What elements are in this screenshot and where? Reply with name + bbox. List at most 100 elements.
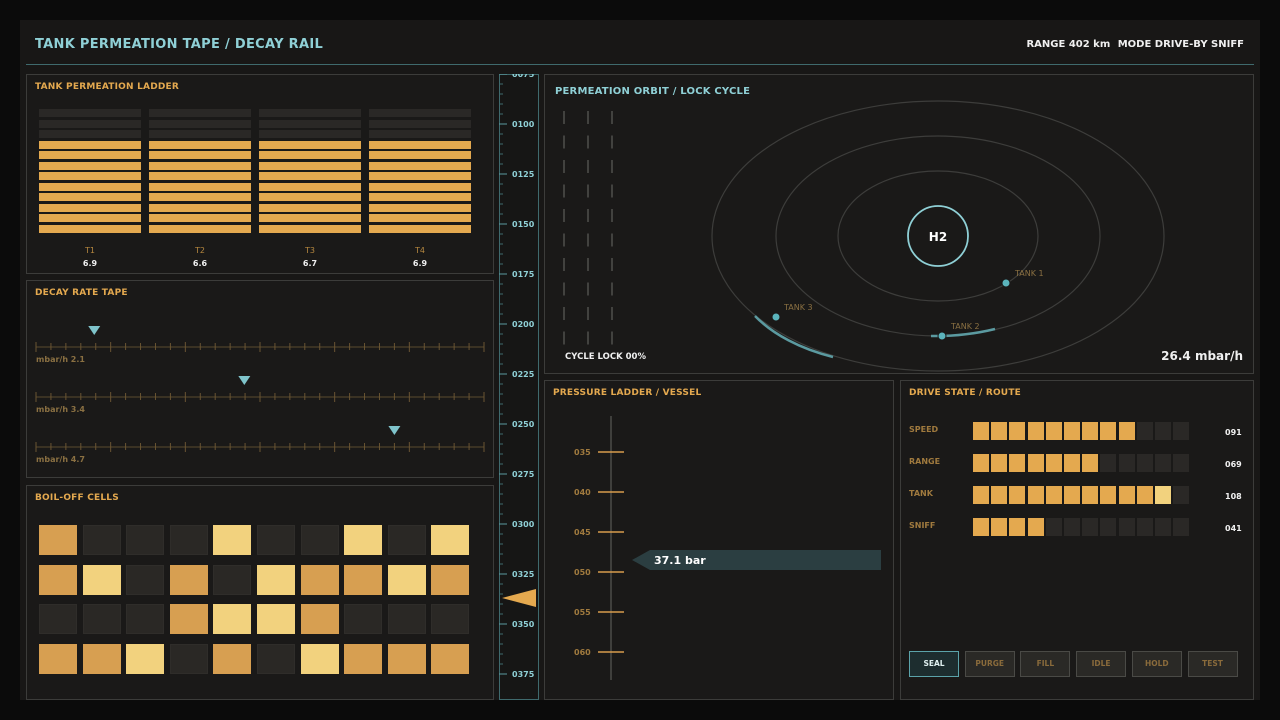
tank3-marker[interactable] <box>771 312 781 322</box>
rail-tick-label: 0200 <box>512 320 535 329</box>
boil-off-cell[interactable] <box>431 564 470 595</box>
decay-rail[interactable]: 0075 0100 0125 0150 0175 0200 0225 0250 0275 0300… <box>499 74 539 700</box>
panel-title: BOIL-OFF CELLS <box>35 493 119 503</box>
boil-off-cell[interactable] <box>387 525 426 555</box>
header-bar: TANK PERMEATION TAPE / DECAY RAIL RANGE … <box>26 20 1254 65</box>
rail-tick-label: 0300 <box>512 520 535 529</box>
tank-label: T3 <box>305 246 315 255</box>
rail-pointer-icon[interactable] <box>502 589 536 607</box>
pressure-tick-label: 050 <box>574 568 591 577</box>
drive-segment <box>1155 518 1171 536</box>
boil-off-cell[interactable] <box>387 643 426 674</box>
fill-button[interactable]: FILL <box>1020 651 1071 677</box>
boil-off-cell[interactable] <box>126 643 165 674</box>
boil-off-cell[interactable] <box>344 564 383 595</box>
decay-marker-icon[interactable] <box>88 326 101 335</box>
boil-off-cell[interactable] <box>257 643 295 674</box>
boil-off-cell[interactable] <box>39 604 77 634</box>
tank-value: 6.6 <box>192 259 208 268</box>
drive-segment <box>1100 518 1117 536</box>
ladder-bar <box>369 172 471 180</box>
purge-button[interactable]: PURGE <box>964 651 1015 677</box>
drive-segment <box>1136 518 1153 536</box>
boil-off-cell[interactable] <box>300 564 339 595</box>
drive-segment <box>1082 422 1099 440</box>
rail-tick-label: 0175 <box>512 270 535 279</box>
boil-off-cell[interactable] <box>257 564 295 595</box>
drive-segment <box>973 486 989 504</box>
boil-off-cell[interactable] <box>39 525 77 555</box>
pressure-tick-label: 060 <box>574 648 591 657</box>
idle-button[interactable]: IDLE <box>1076 651 1127 677</box>
ladder-bar <box>259 109 361 117</box>
boil-off-cell[interactable] <box>300 643 339 674</box>
ladder-bar <box>369 214 471 222</box>
tank2-marker[interactable] <box>937 331 947 341</box>
ladder-bar <box>259 140 361 149</box>
boil-off-cell[interactable] <box>387 564 426 595</box>
drive-segment <box>1082 454 1099 472</box>
drive-segment <box>1173 422 1190 440</box>
boil-off-cell[interactable] <box>213 564 252 595</box>
ladder-bar <box>149 172 251 180</box>
hold-button[interactable]: HOLD <box>1131 651 1182 677</box>
boil-off-cell[interactable] <box>169 643 208 674</box>
boil-off-cell[interactable] <box>257 525 295 555</box>
dashboard: TANK PERMEATION TAPE / DECAY RAIL RANGE … <box>20 20 1260 700</box>
drive-segment <box>1136 454 1153 472</box>
boil-off-cell[interactable] <box>344 525 383 555</box>
ladder-bar <box>369 161 471 170</box>
boil-off-cell[interactable] <box>126 525 165 555</box>
ladder-bar <box>369 193 471 201</box>
boil-off-cell[interactable] <box>82 643 121 674</box>
ladder-bar <box>259 119 361 128</box>
boil-off-cell[interactable] <box>344 604 383 634</box>
drive-segment <box>1173 486 1190 504</box>
boil-off-cell[interactable] <box>431 604 470 634</box>
boil-off-cell[interactable] <box>213 525 252 555</box>
boil-off-cell[interactable] <box>344 643 383 674</box>
boil-off-cell[interactable] <box>39 643 77 674</box>
boil-off-cell[interactable] <box>82 525 121 555</box>
boil-off-cell[interactable] <box>169 564 208 595</box>
drive-segment <box>1027 518 1044 536</box>
tank-column <box>149 109 251 239</box>
pressure-tick-label: 045 <box>574 528 591 537</box>
tank1-marker[interactable] <box>1001 278 1011 288</box>
pressure-ladder-panel: PRESSURE LADDER / VESSEL 035 040 045 050 055… <box>544 380 894 700</box>
tape-label: mbar/h 2.1 <box>36 355 85 364</box>
boil-off-cell[interactable] <box>300 525 339 555</box>
tank3-arc <box>754 315 834 359</box>
ladder-bar <box>39 182 141 191</box>
drive-segment <box>1027 454 1044 472</box>
boil-off-cells-panel: BOIL-OFF CELLS <box>26 485 494 700</box>
boil-off-cell[interactable] <box>257 604 295 634</box>
decay-marker-icon[interactable] <box>388 426 401 435</box>
test-button[interactable]: TEST <box>1187 651 1238 677</box>
drive-segment <box>1136 486 1153 504</box>
drive-segment <box>1173 454 1190 472</box>
boil-off-cell[interactable] <box>431 525 470 555</box>
boil-off-cell[interactable] <box>82 564 121 595</box>
boil-off-cell[interactable] <box>39 564 77 595</box>
rail-tick-label: 0325 <box>512 570 535 579</box>
drive-segment <box>1082 518 1099 536</box>
seal-button[interactable]: SEAL <box>909 651 959 677</box>
boil-off-cell[interactable] <box>169 604 208 634</box>
boil-off-cell[interactable] <box>126 604 165 634</box>
boil-off-cell[interactable] <box>300 604 339 634</box>
boil-off-cell[interactable] <box>169 525 208 555</box>
boil-off-cell[interactable] <box>387 604 426 634</box>
drive-segment <box>1064 518 1080 536</box>
tank2-label: TANK 2 <box>950 322 980 331</box>
boil-off-cell[interactable] <box>213 643 252 674</box>
boil-off-cell[interactable] <box>213 604 252 634</box>
drive-segment <box>1045 422 1062 440</box>
drive-row-value: 069 <box>1225 460 1242 469</box>
drive-row-value: 041 <box>1225 524 1242 533</box>
boil-off-cell[interactable] <box>82 604 121 634</box>
ladder-bar <box>149 119 251 128</box>
boil-off-cell[interactable] <box>126 564 165 595</box>
decay-marker-icon[interactable] <box>238 376 251 385</box>
boil-off-cell[interactable] <box>431 643 470 674</box>
